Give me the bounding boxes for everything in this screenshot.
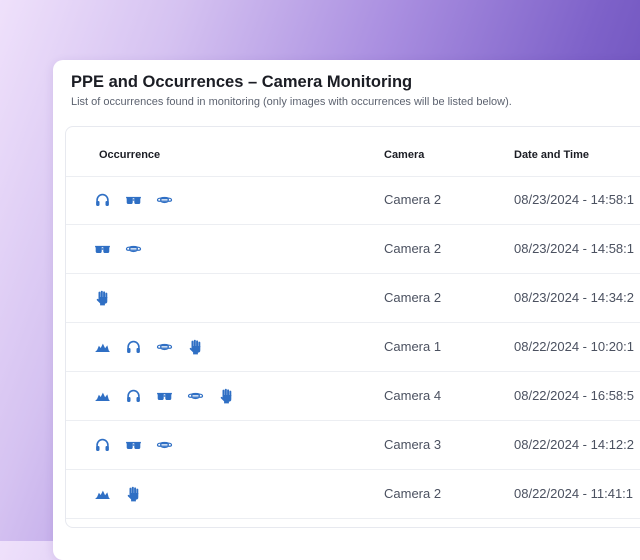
occurrence-icons bbox=[94, 192, 187, 208]
mask-icon bbox=[187, 388, 204, 404]
datetime-cell: 08/22/2024 - 10:20:1 bbox=[514, 339, 634, 354]
occurrence-icons bbox=[94, 241, 156, 257]
occurrence-icons bbox=[94, 437, 187, 453]
helmet-icon bbox=[94, 486, 111, 502]
table-row[interactable]: Camera 2 08/22/2024 - 11:41:1 bbox=[66, 470, 640, 519]
mask-icon bbox=[156, 339, 173, 355]
datetime-cell: 08/23/2024 - 14:58:1 bbox=[514, 192, 634, 207]
occurrences-table: Occurrence Camera Date and Time Camera 2… bbox=[65, 126, 640, 528]
header-occurrence: Occurrence bbox=[99, 149, 161, 161]
monitoring-card: PPE and Occurrences – Camera Monitoring … bbox=[53, 60, 640, 560]
mask-icon bbox=[156, 192, 173, 208]
helmet-icon bbox=[94, 388, 111, 404]
header-date-time: Date and Time bbox=[514, 149, 589, 161]
mask-icon bbox=[156, 437, 173, 453]
occurrence-icons bbox=[94, 486, 156, 502]
glove-icon bbox=[218, 388, 235, 404]
page-subtitle: List of occurrences found in monitoring … bbox=[71, 96, 512, 108]
camera-cell: Camera 2 bbox=[384, 192, 442, 207]
datetime-cell: 08/23/2024 - 14:58:1 bbox=[514, 241, 634, 256]
table-row[interactable]: Camera 2 08/23/2024 - 14:58:1 bbox=[66, 225, 640, 274]
table-row[interactable]: Camera 2 08/23/2024 - 14:58:1 bbox=[66, 176, 640, 225]
goggles-icon bbox=[125, 192, 142, 208]
headphones-icon bbox=[125, 388, 142, 404]
occurrence-icons bbox=[94, 388, 249, 404]
camera-cell: Camera 2 bbox=[384, 290, 442, 305]
goggles-icon bbox=[94, 241, 111, 257]
datetime-cell: 08/22/2024 - 16:58:5 bbox=[514, 388, 634, 403]
occurrence-icons bbox=[94, 290, 125, 306]
goggles-icon bbox=[125, 437, 142, 453]
datetime-cell: 08/22/2024 - 14:12:2 bbox=[514, 437, 634, 452]
occurrence-icons bbox=[94, 339, 218, 355]
camera-cell: Camera 2 bbox=[384, 486, 442, 501]
camera-cell: Camera 2 bbox=[384, 241, 442, 256]
camera-cell: Camera 3 bbox=[384, 437, 442, 452]
page-title: PPE and Occurrences – Camera Monitoring bbox=[71, 73, 413, 91]
glove-icon bbox=[125, 486, 142, 502]
table-row[interactable]: Camera 2 08/23/2024 - 14:34:2 bbox=[66, 274, 640, 323]
glove-icon bbox=[94, 290, 111, 306]
table-row[interactable]: Camera 1 08/22/2024 - 10:20:1 bbox=[66, 323, 640, 372]
camera-cell: Camera 1 bbox=[384, 339, 442, 354]
camera-cell: Camera 4 bbox=[384, 388, 442, 403]
table-row[interactable]: Camera 4 08/22/2024 - 16:58:5 bbox=[66, 372, 640, 421]
datetime-cell: 08/22/2024 - 11:41:1 bbox=[514, 486, 634, 501]
glove-icon bbox=[187, 339, 204, 355]
table-row[interactable]: Camera 3 08/22/2024 - 14:12:2 bbox=[66, 421, 640, 470]
mask-icon bbox=[125, 241, 142, 257]
headphones-icon bbox=[125, 339, 142, 355]
table-header: Occurrence Camera Date and Time bbox=[66, 127, 640, 177]
helmet-icon bbox=[94, 339, 111, 355]
headphones-icon bbox=[94, 192, 111, 208]
headphones-icon bbox=[94, 437, 111, 453]
datetime-cell: 08/23/2024 - 14:34:2 bbox=[514, 290, 634, 305]
header-camera: Camera bbox=[384, 149, 425, 161]
goggles-icon bbox=[156, 388, 173, 404]
